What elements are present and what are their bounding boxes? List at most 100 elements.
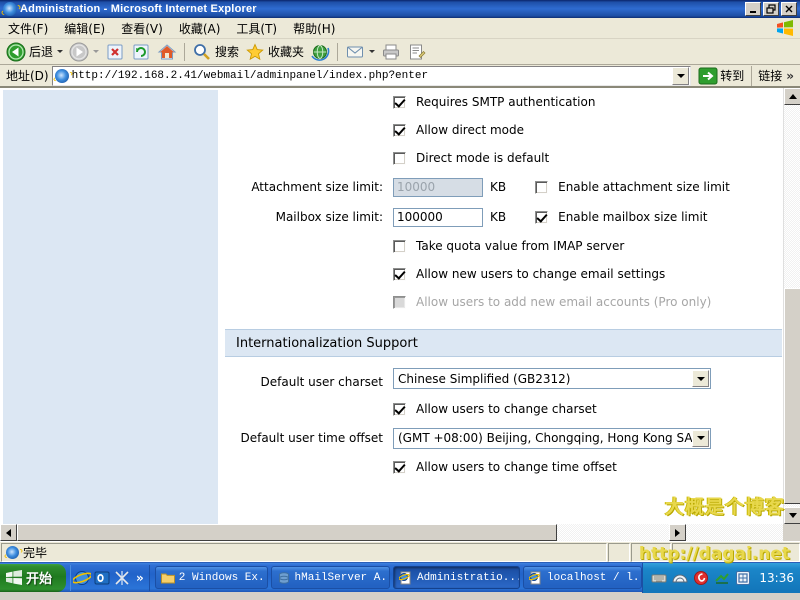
sync-tray-icon[interactable] (714, 570, 730, 586)
default-user-charset-select[interactable]: Chinese Simplified (GB2312) (393, 368, 711, 389)
default-user-charset-label: Default user charset (218, 375, 393, 389)
quicklaunch-outlook-icon[interactable] (93, 569, 111, 587)
vertical-scrollbar[interactable] (783, 88, 800, 524)
go-button[interactable]: 转到 (694, 67, 748, 85)
back-button[interactable]: 后退 (3, 41, 66, 63)
forward-button[interactable] (66, 41, 102, 63)
default-user-time-offset-label: Default user time offset (218, 431, 393, 445)
allow-users-add-email-accounts-checkbox (393, 296, 406, 309)
setting-row-allow-users-add-email-accounts: Allow users to add new email accounts (P… (218, 288, 800, 316)
setting-row-default-user-time-offset: Default user time offset (GMT +08:00) Be… (218, 423, 800, 453)
vertical-scrollbar-thumb[interactable] (784, 288, 800, 504)
address-label: 地址(D) (2, 67, 49, 84)
menu-item-file[interactable]: 文件(F) (0, 18, 56, 39)
admin-sidebar-panel[interactable] (3, 90, 218, 527)
setting-row-mailbox-size-limit: Mailbox size limit: KB Enable mailbox si… (218, 202, 800, 232)
take-quota-from-imap-checkbox[interactable] (393, 240, 406, 253)
scroll-right-button[interactable] (669, 524, 686, 541)
forward-dropdown-icon[interactable] (93, 50, 99, 53)
task-button-administration[interactable]: Administratio... (393, 566, 520, 589)
menu-item-tools[interactable]: 工具(T) (228, 18, 285, 39)
start-button[interactable]: 开始 (0, 564, 66, 592)
status-pane-3 (631, 543, 671, 562)
allow-users-change-time-offset-label: Allow users to change time offset (416, 460, 617, 474)
restore-button[interactable] (763, 2, 779, 16)
browser-viewport: Requires SMTP authentication Allow direc… (0, 87, 800, 541)
status-security-zone-pane (672, 543, 800, 562)
ie-logo-icon (3, 2, 17, 16)
close-button[interactable] (781, 2, 797, 16)
menu-item-edit[interactable]: 编辑(E) (56, 18, 113, 39)
links-button[interactable]: 链接 » (751, 66, 798, 86)
allow-new-users-change-email-settings-label: Allow new users to change email settings (416, 267, 665, 281)
task-button-windows-explorer[interactable]: 2 Windows Ex... ▾ (155, 566, 268, 589)
tray-clock[interactable]: 13:36 (759, 571, 794, 585)
system-tray: 13:36 (642, 563, 800, 593)
menu-item-favorites[interactable]: 收藏(A) (171, 18, 229, 39)
task-button-localhost[interactable]: localhost / l... (523, 566, 642, 589)
attachment-size-limit-input[interactable] (393, 178, 483, 197)
enable-mailbox-size-limit-checkbox[interactable] (535, 211, 548, 224)
star-icon (245, 42, 265, 62)
links-overflow-icon[interactable]: » (786, 69, 794, 83)
quicklaunch-ie-icon[interactable] (73, 569, 91, 587)
time-offset-dropdown-arrow-icon[interactable] (692, 430, 709, 447)
vmware-tray-icon[interactable] (735, 570, 751, 586)
folder-icon (161, 571, 175, 585)
menu-item-view[interactable]: 查看(V) (113, 18, 171, 39)
home-button[interactable] (154, 41, 180, 63)
browser-toolbar: 后退 搜索 (0, 39, 800, 65)
menu-item-help[interactable]: 帮助(H) (285, 18, 343, 39)
minimize-button[interactable] (745, 2, 761, 16)
mailbox-size-limit-input[interactable] (393, 208, 483, 227)
quicklaunch-show-desktop-icon[interactable] (113, 569, 131, 587)
favorites-button[interactable]: 收藏夹 (242, 41, 307, 63)
window-title: Administration - Microsoft Internet Expl… (20, 3, 745, 15)
antivirus-tray-icon[interactable] (693, 570, 709, 586)
start-label: 开始 (26, 568, 52, 587)
network-tray-icon[interactable] (672, 570, 688, 586)
quicklaunch-overflow-icon[interactable]: » (133, 571, 147, 585)
refresh-button[interactable] (128, 41, 154, 63)
scroll-left-button[interactable] (0, 524, 17, 541)
scroll-down-button[interactable] (784, 507, 800, 524)
scroll-up-button[interactable] (784, 88, 800, 105)
allow-users-change-time-offset-checkbox[interactable] (393, 461, 406, 474)
horizontal-scrollbar[interactable] (0, 524, 783, 541)
search-icon (192, 42, 212, 62)
address-dropdown-button[interactable] (672, 67, 689, 85)
charset-dropdown-arrow-icon[interactable] (692, 370, 709, 387)
back-dropdown-icon[interactable] (57, 50, 63, 53)
edit-page-icon (407, 42, 427, 62)
favorites-label: 收藏夹 (268, 43, 304, 60)
task-label: 2 Windows Ex... (179, 572, 268, 584)
enable-mailbox-size-limit-label: Enable mailbox size limit (558, 210, 707, 224)
attachment-size-unit: KB (490, 180, 506, 194)
printer-icon (381, 42, 401, 62)
history-button[interactable] (307, 41, 333, 63)
horizontal-scrollbar-thumb[interactable] (17, 524, 557, 541)
keyboard-tray-icon[interactable] (651, 570, 667, 586)
mail-button[interactable] (342, 41, 378, 63)
search-button[interactable]: 搜索 (189, 41, 242, 63)
links-label: 链接 (758, 67, 782, 84)
window-titlebar[interactable]: Administration - Microsoft Internet Expl… (0, 0, 800, 18)
windows-taskbar: 开始 » 2 Windows Ex... ▾ (0, 562, 800, 592)
print-button[interactable] (378, 41, 404, 63)
windows-logo-icon (776, 20, 794, 36)
address-input[interactable]: http://192.168.2.41/webmail/adminpanel/i… (52, 66, 692, 86)
taskbar-task-list: 2 Windows Ex... ▾ hMailServer A... Admin… (150, 566, 643, 589)
task-button-hmailserver[interactable]: hMailServer A... (271, 566, 390, 589)
back-arrow-icon (6, 42, 26, 62)
default-user-time-offset-select[interactable]: (GMT +08:00) Beijing, Chongqing, Hong Ko… (393, 428, 711, 449)
mail-dropdown-icon[interactable] (369, 50, 375, 53)
edit-button[interactable] (404, 41, 430, 63)
allow-new-users-change-email-settings-checkbox[interactable] (393, 268, 406, 281)
direct-mode-is-default-checkbox[interactable] (393, 152, 406, 165)
requires-smtp-auth-checkbox[interactable] (393, 96, 406, 109)
allow-users-change-charset-checkbox[interactable] (393, 403, 406, 416)
enable-attachment-size-limit-checkbox[interactable] (535, 181, 548, 194)
allow-direct-mode-checkbox[interactable] (393, 124, 406, 137)
stop-button[interactable] (102, 41, 128, 63)
go-arrow-icon (698, 67, 718, 85)
